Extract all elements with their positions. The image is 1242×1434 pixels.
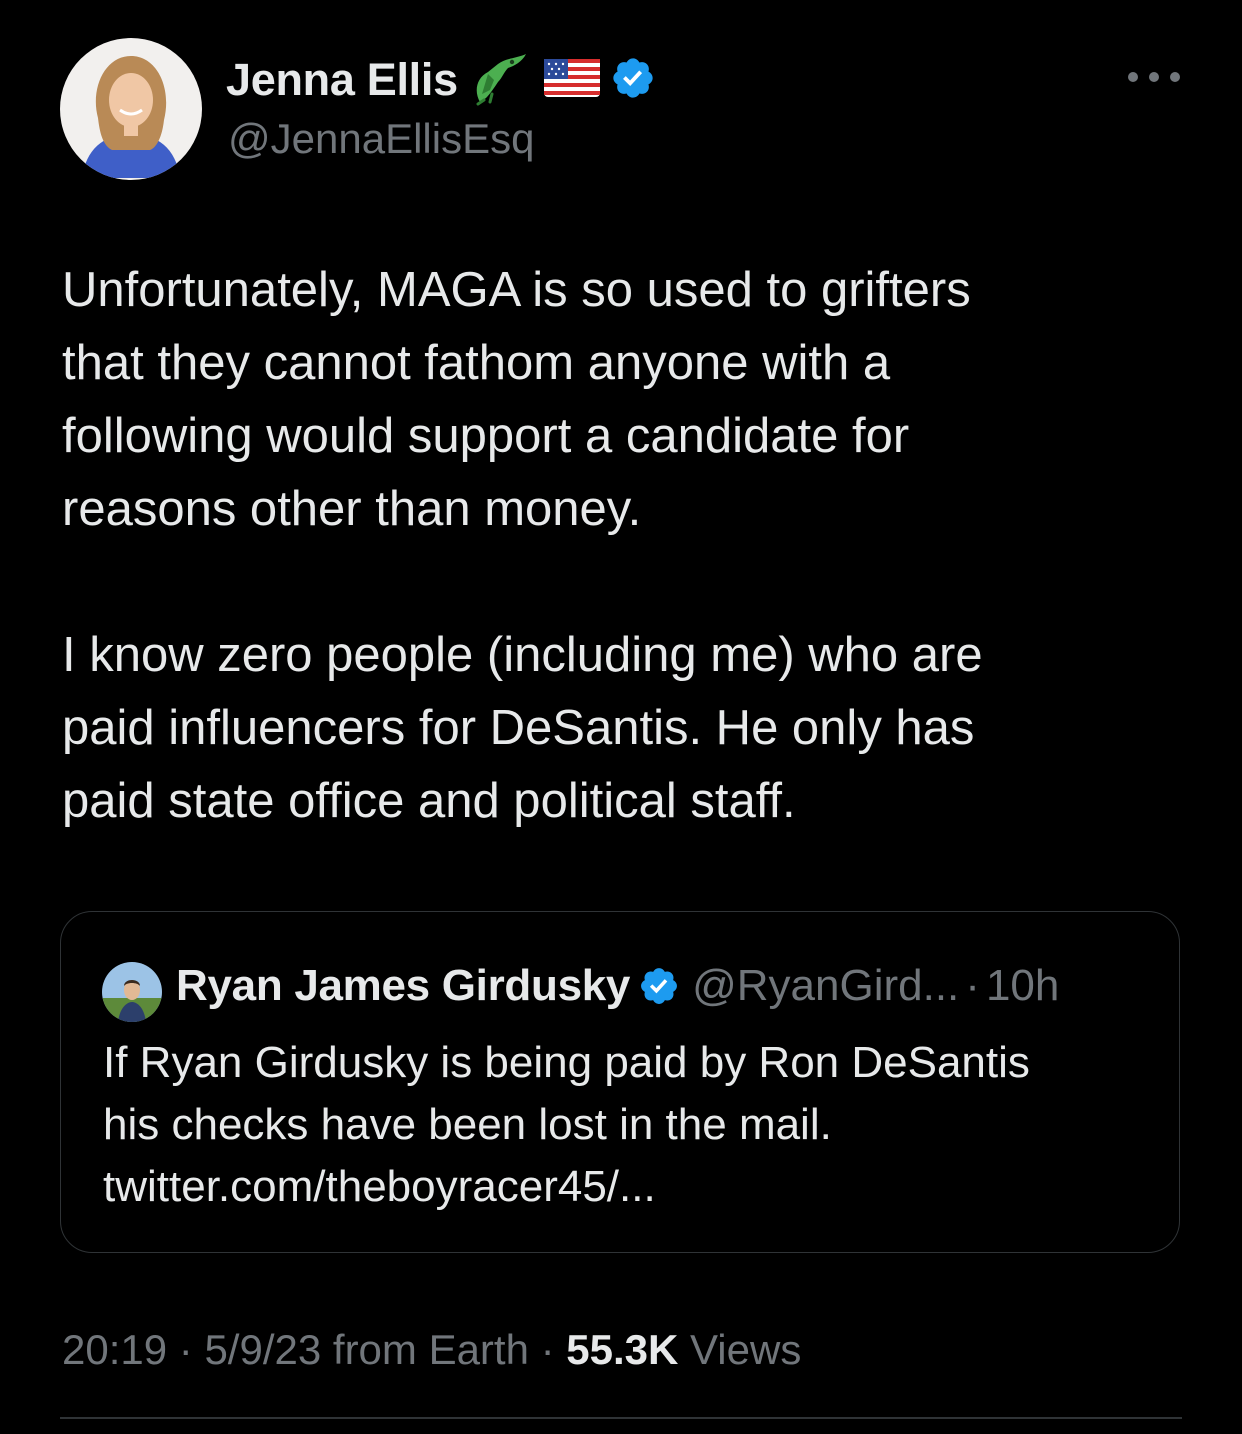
tweet-line: reasons other than money. [62,482,642,536]
tweet-line: that they cannot fathom anyone with a [62,336,891,390]
more-dot [1149,72,1159,82]
views-count[interactable]: 55.3K [566,1326,678,1373]
views-label: Views [690,1326,802,1373]
more-dot [1170,72,1180,82]
more-options-icon[interactable] [1128,62,1180,92]
quoted-tweet-card[interactable]: Ryan James Girdusky @RyanGird... · 10h I… [60,911,1180,1253]
alligator-icon [468,50,534,111]
quoted-author-name[interactable]: Ryan James Girdusky [176,961,630,1011]
divider [60,1417,1182,1419]
tweet-line: Unfortunately, MAGA is so used to grifte… [62,263,971,317]
separator-dot: · [178,1326,193,1373]
quoted-tweet-link[interactable]: twitter.com/theboyracer45/... [103,1156,1163,1218]
separator-dot: · [965,961,980,1010]
tweet-line: paid influencers for DeSantis. He only h… [62,701,975,755]
separator-dot: · [540,1326,555,1373]
quoted-tweet-header: Ryan James Girdusky @RyanGird... · 10h [176,960,1059,1012]
quoted-tweet-time[interactable]: 10h [986,961,1059,1011]
tweet-line: I know zero people (including me) who ar… [62,628,983,682]
tweet-meta-row: 20:19 · 5/9/23 from Earth · 55.3K Views [62,1326,801,1374]
tweet-text: Unfortunately, MAGA is so used to grifte… [62,254,1182,838]
author-avatar[interactable] [60,38,202,180]
more-dot [1128,72,1138,82]
quoted-tweet-text: If Ryan Girdusky is being paid by Ron De… [103,1032,1163,1218]
quoted-tweet-line: If Ryan Girdusky is being paid by Ron De… [103,1038,1030,1087]
author-display-name[interactable]: Jenna Ellis [226,54,458,106]
author-name-row: Jenna Ellis [226,52,656,108]
tweet-line: following would support a candidate for [62,409,910,463]
us-flag-icon [543,58,600,102]
tweet-time[interactable]: 20:19 [62,1326,167,1373]
quoted-tweet-line: his checks have been lost in the mail. [103,1100,832,1149]
verified-badge-icon[interactable] [638,965,680,1007]
quoted-author-handle[interactable]: @RyanGird... [692,961,959,1011]
quoted-author-avatar[interactable] [102,962,162,1022]
author-handle[interactable]: @JennaEllisEsq [228,115,534,163]
verified-badge-icon[interactable] [610,55,656,106]
tweet-line: paid state office and political staff. [62,774,796,828]
tweet-date-source[interactable]: 5/9/23 from Earth [204,1326,529,1373]
